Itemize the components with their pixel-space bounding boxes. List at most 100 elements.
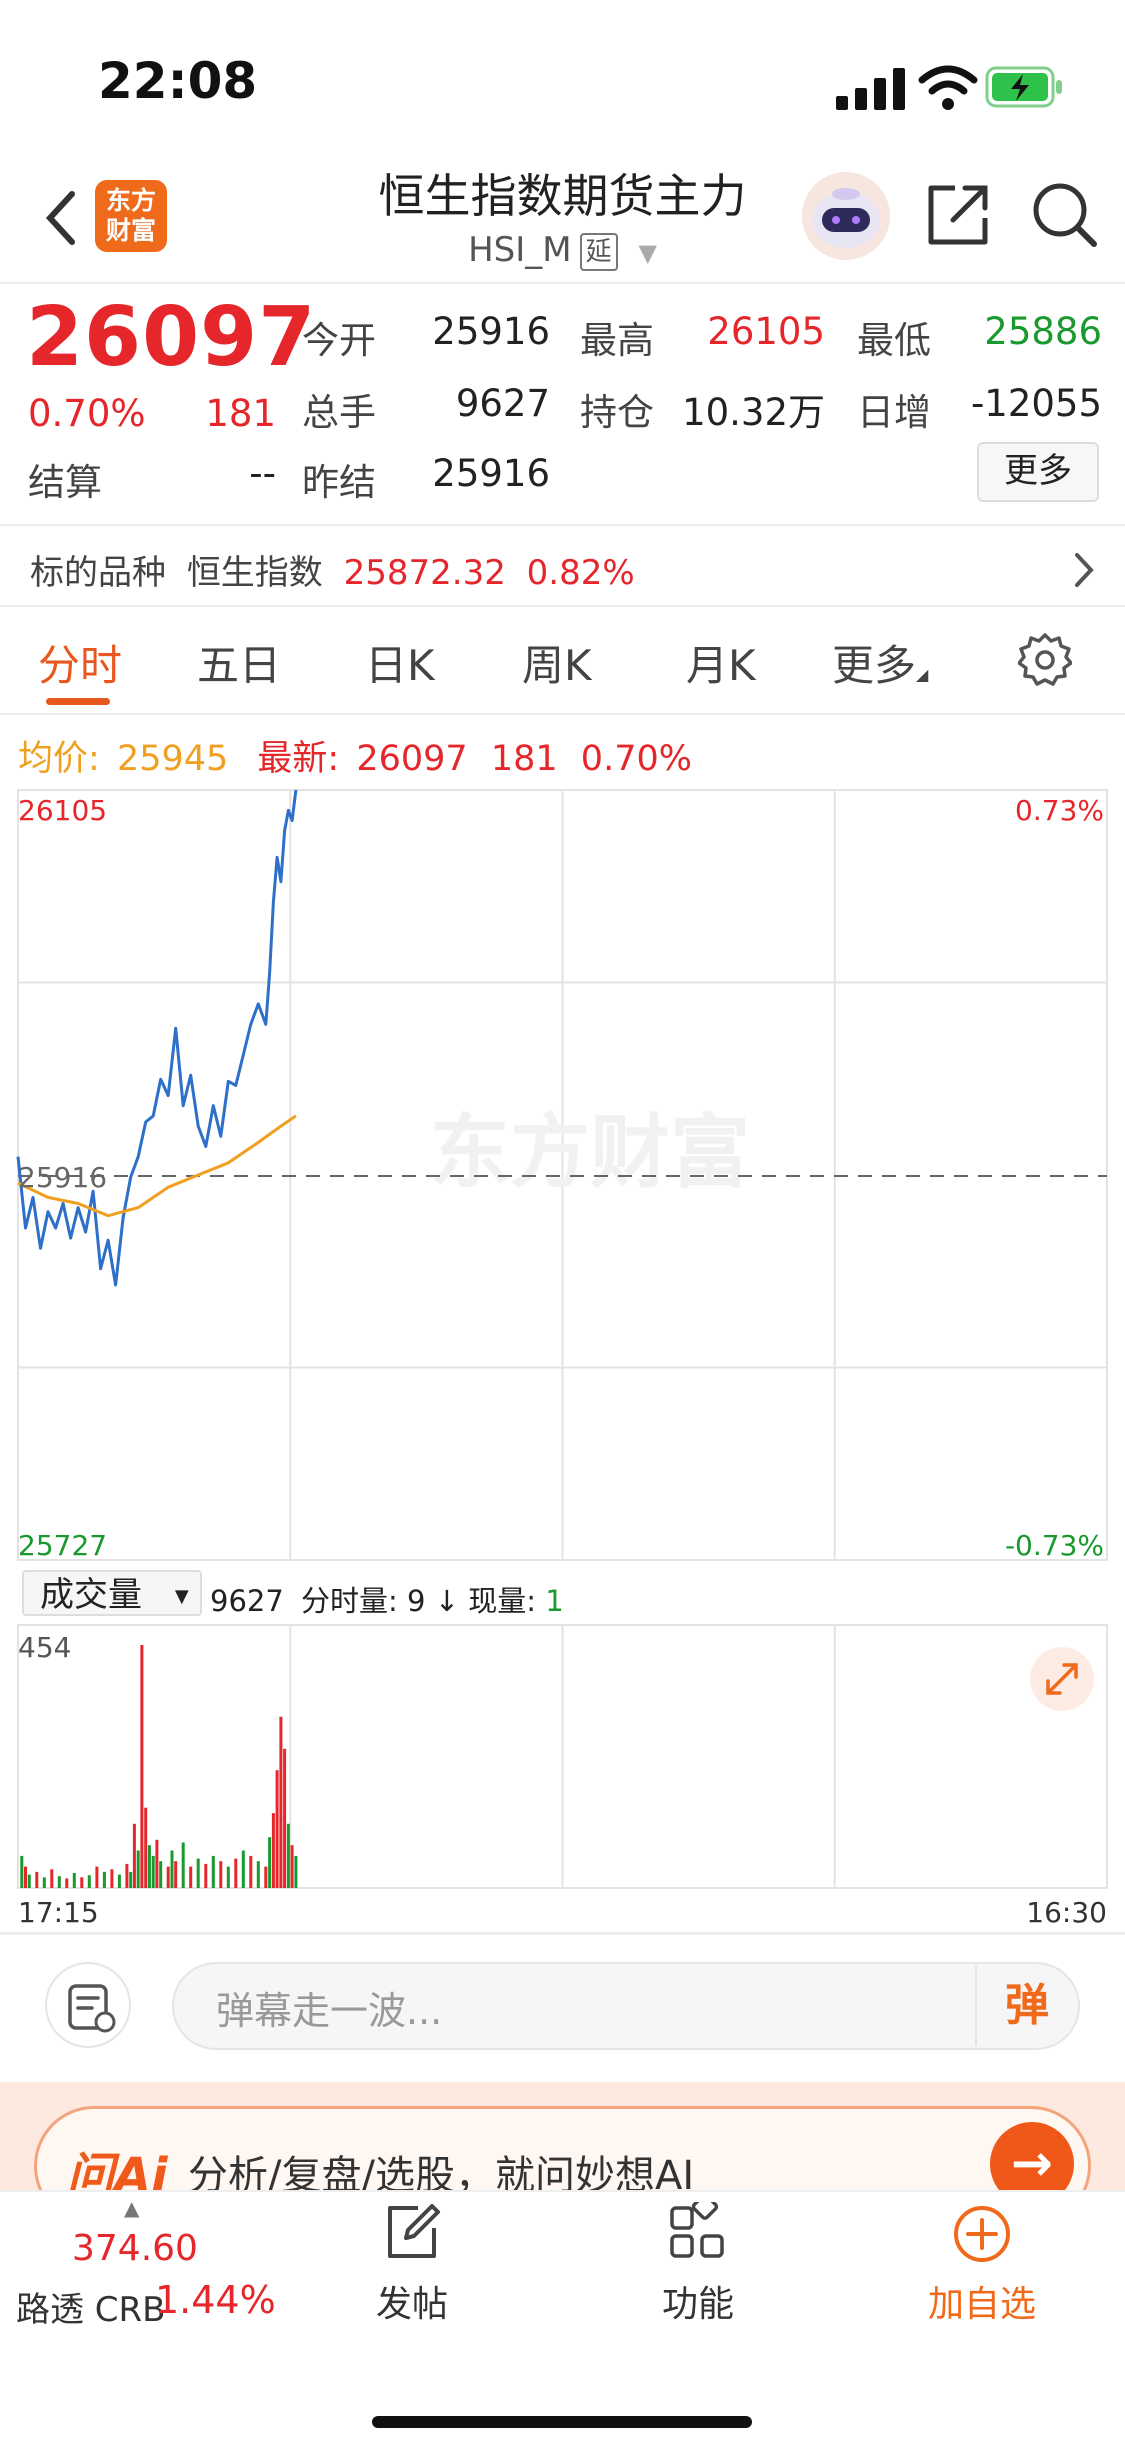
- volume-bar: [219, 1861, 223, 1888]
- ticker-name[interactable]: 路透 CRB: [16, 2282, 166, 2331]
- ticker-pct: 1.44%: [155, 2278, 276, 2322]
- robot-assistant-icon[interactable]: [800, 170, 892, 262]
- latest-label: 最新:: [257, 739, 340, 779]
- volume-bar: [72, 1873, 76, 1888]
- danmaku-placeholder: 弹幕走一波...: [216, 1989, 443, 2033]
- danmaku-send-button[interactable]: 弹: [975, 1966, 1077, 2046]
- more-button[interactable]: 更多: [977, 442, 1099, 502]
- volume-bar: [170, 1850, 174, 1888]
- tab-intraday[interactable]: 分时: [38, 632, 122, 693]
- series-line-price: [16, 789, 298, 1287]
- home-indicator: [372, 2416, 752, 2428]
- comment-list-icon: [68, 1984, 116, 2033]
- tab-more[interactable]: 更多◢: [832, 632, 928, 693]
- nav-functions[interactable]: 功能: [616, 2275, 780, 2327]
- volume-bar: [140, 1645, 144, 1888]
- share-icon[interactable]: [925, 180, 993, 248]
- chart-grid: [17, 789, 1108, 1889]
- volume-bar: [189, 1866, 193, 1888]
- volume-bar: [294, 1855, 298, 1888]
- high-label: 最高: [580, 319, 654, 362]
- x-end-label: 16:30: [1026, 1896, 1107, 1929]
- volume-bar: [155, 1839, 159, 1888]
- volume-bar: [174, 1861, 178, 1888]
- volume-bar: [211, 1855, 215, 1888]
- volume-bar: [125, 1863, 129, 1888]
- volume-bar: [117, 1874, 121, 1888]
- comment-list-button[interactable]: [45, 1962, 131, 2048]
- chart-bottom-divider: [0, 1932, 1125, 1935]
- header-divider: [0, 282, 1125, 284]
- x-start-label: 17:15: [18, 1896, 99, 1929]
- daily-increase-label: 日增: [857, 391, 931, 434]
- post-edit-icon[interactable]: [382, 2202, 442, 2262]
- volume-bar: [151, 1855, 155, 1888]
- minute-volume-value: 9: [407, 1584, 426, 1618]
- volume-bar: [136, 1850, 140, 1888]
- ticker-value: 374.60: [72, 2228, 198, 2269]
- current-volume-label: 现量:: [468, 1584, 537, 1618]
- nav-add-watchlist[interactable]: 加自选: [900, 2275, 1064, 2327]
- volume-indicator-label: 成交量: [40, 1575, 142, 1615]
- expand-icon[interactable]: [1030, 1647, 1094, 1711]
- underlying-price: 25872.32: [343, 553, 506, 593]
- latest-value: 26097: [356, 739, 468, 779]
- avg-label: 均价:: [18, 739, 100, 779]
- functions-grid-icon[interactable]: [668, 2202, 728, 2262]
- volume-bar: [129, 1871, 133, 1888]
- y-mid-label: 25916: [18, 1161, 107, 1194]
- avg-value: 25945: [116, 739, 229, 779]
- y-right-top-label: 0.73%: [1015, 794, 1104, 827]
- volume-bar: [65, 1878, 69, 1888]
- daily-increase-value: -12055: [970, 382, 1102, 425]
- active-tab-indicator: [46, 698, 110, 705]
- delay-tag: 延: [579, 232, 618, 271]
- volume-bar: [159, 1861, 163, 1888]
- volume-bar: [57, 1876, 61, 1888]
- volume-bar: [264, 1866, 268, 1888]
- chevron-down-icon: ▼: [638, 239, 657, 267]
- danmaku-send-label: 弹: [1005, 1980, 1049, 2031]
- quote-divider: [0, 524, 1125, 526]
- volume-bar: [249, 1855, 253, 1888]
- underlying-label: 标的品种: [30, 553, 166, 593]
- watermark: 东方财富: [430, 1106, 750, 1199]
- volume-bar: [279, 1716, 283, 1888]
- change-percent: 0.70%: [28, 392, 146, 435]
- tab-five-day[interactable]: 五日: [197, 632, 281, 693]
- tab-monthly-k[interactable]: 月K: [686, 632, 756, 693]
- volume-bar: [268, 1837, 272, 1888]
- volume-bar: [87, 1875, 91, 1888]
- latest-change: 181: [490, 739, 558, 779]
- low-label: 最低: [857, 319, 931, 362]
- volume-bar: [196, 1858, 200, 1888]
- battery-charging-icon: [985, 66, 1062, 108]
- volume-bar: [275, 1770, 279, 1888]
- settings-gear-icon[interactable]: [1018, 632, 1072, 686]
- open-label: 今开: [302, 319, 376, 362]
- volume-max-label: 454: [18, 1631, 71, 1664]
- tab-more-label: 更多: [832, 641, 917, 690]
- tab-weekly-k[interactable]: 周K: [522, 632, 592, 693]
- volume-bar: [286, 1823, 290, 1888]
- volume-indicator-select[interactable]: 成交量 ▼: [22, 1570, 202, 1616]
- nav-post[interactable]: 发帖: [330, 2275, 494, 2327]
- high-value: 26105: [707, 310, 825, 353]
- y-bottom-label: 25727: [18, 1529, 107, 1562]
- volume-info: 9627 分时量: 9 ↓ 现量: 1: [210, 1578, 564, 1620]
- add-watchlist-icon[interactable]: [952, 2204, 1012, 2264]
- volume-bar: [95, 1866, 99, 1888]
- underlying-name: 恒生指数: [186, 553, 323, 593]
- volume-bars: [20, 1645, 298, 1888]
- last-price: 26097: [26, 290, 317, 385]
- change-value: 181: [205, 392, 276, 435]
- latest-pct: 0.70%: [580, 739, 692, 779]
- underlying-row[interactable]: 标的品种 恒生指数 25872.32 0.82%: [30, 545, 635, 594]
- instrument-code-text: HSI_M: [468, 230, 572, 270]
- volume-bar: [80, 1877, 84, 1888]
- settle-label: 结算: [28, 461, 102, 504]
- settle-value: --: [249, 452, 276, 495]
- tab-daily-k[interactable]: 日K: [365, 632, 435, 693]
- search-icon[interactable]: [1030, 180, 1100, 250]
- intraday-chart[interactable]: 东方财富 26105 25916 25727 0.73% -0.73% 454: [0, 780, 1125, 1930]
